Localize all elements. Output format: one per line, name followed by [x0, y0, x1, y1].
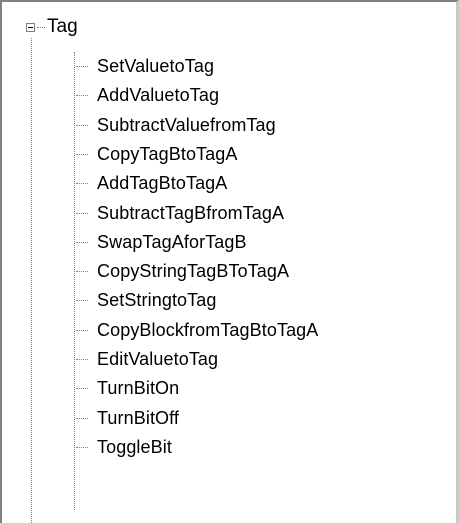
branch-line [76, 66, 88, 67]
tree-node-label[interactable]: CopyBlockfromTagBtoTagA [97, 317, 318, 343]
tree-node-item[interactable]: TurnBitOff [0, 404, 459, 433]
tree-node-label[interactable]: CopyTagBtoTagA [97, 141, 238, 167]
tree-node-item[interactable]: CopyBlockfromTagBtoTagA [0, 316, 459, 345]
branch-line [76, 153, 88, 155]
tree-node-item[interactable]: SwapTagAforTagB [0, 228, 459, 257]
branch-line [76, 241, 88, 243]
root-branch-line [37, 27, 45, 28]
branch-line [76, 95, 88, 97]
tree-node-label[interactable]: TurnBitOff [97, 405, 179, 431]
branch-line [76, 446, 88, 448]
tree-node-label[interactable]: AddTagBtoTagA [97, 170, 227, 196]
tree-node-label[interactable]: CopyStringTagBToTagA [97, 258, 289, 284]
branch-line [76, 417, 88, 419]
branch-line [76, 271, 88, 273]
tree-node-item[interactable]: SetValuetoTag [0, 52, 459, 81]
branch-line [76, 124, 88, 126]
tree-node-label[interactable]: SetStringtoTag [97, 287, 216, 313]
tree-node-item[interactable]: CopyStringTagBToTagA [0, 257, 459, 286]
branch-line [76, 329, 88, 331]
tree-node-item[interactable]: AddTagBtoTagA [0, 169, 459, 198]
tree-node-label[interactable]: AddValuetoTag [97, 82, 219, 108]
tree-node-tag[interactable]: Tag [47, 14, 78, 40]
branch-line [76, 300, 88, 302]
tree-view[interactable]: Tag SetValuetoTag AddValuetoTag SubtractVa… [0, 0, 459, 523]
tree-node-item[interactable]: SetStringtoTag [0, 286, 459, 315]
tree-node-item[interactable]: ToggleBit [0, 433, 459, 462]
tree-node-item[interactable]: SubtractTagBfromTagA [0, 199, 459, 228]
tree-node-label[interactable]: SwapTagAforTagB [97, 229, 247, 255]
tree-node-item[interactable]: EditValuetoTag [0, 345, 459, 374]
tree-node-label[interactable]: ToggleBit [97, 434, 172, 460]
branch-line [76, 388, 88, 390]
tree-node-label[interactable]: SubtractValuefromTag [97, 112, 276, 138]
branch-line [76, 183, 88, 185]
branch-line [76, 212, 88, 214]
tree-node-label[interactable]: SetValuetoTag [97, 53, 214, 79]
tree-node-item[interactable]: CopyTagBtoTagA [0, 140, 459, 169]
tree-node-label[interactable]: SubtractTagBfromTagA [97, 200, 284, 226]
tree-node-label[interactable]: EditValuetoTag [97, 346, 218, 372]
tree-node-item[interactable]: AddValuetoTag [0, 81, 459, 110]
tree-node-label[interactable]: TurnBitOn [97, 375, 179, 401]
collapse-icon[interactable] [26, 23, 35, 32]
branch-line [76, 359, 88, 360]
tree-node-item[interactable]: TurnBitOn [0, 374, 459, 403]
tree-node-item[interactable]: SubtractValuefromTag [0, 111, 459, 140]
